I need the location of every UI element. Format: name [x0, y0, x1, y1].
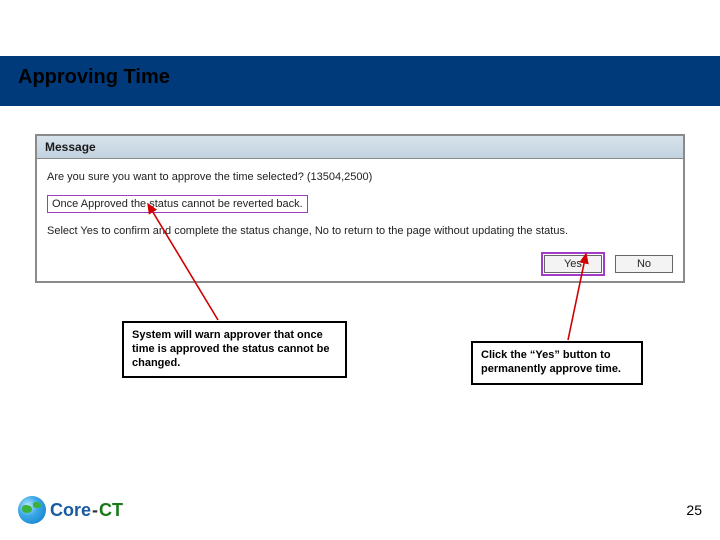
footer-logo: Core-CT — [18, 496, 123, 524]
callout-yes-instruction: Click the “Yes” button to permanently ap… — [471, 341, 643, 385]
callout-warning-explanation: System will warn approver that once time… — [122, 321, 347, 378]
dialog-titlebar: Message — [37, 136, 683, 159]
yes-button[interactable]: Yes — [544, 255, 602, 273]
logo-dash: - — [92, 500, 98, 520]
logo-core: Core — [50, 500, 91, 520]
logo-text: Core-CT — [50, 500, 123, 521]
dialog-confirm-text: Are you sure you want to approve the tim… — [47, 171, 673, 183]
globe-icon — [18, 496, 46, 524]
slide-title: Approving Time — [18, 66, 170, 89]
dialog-instruction-text: Select Yes to confirm and complete the s… — [47, 225, 673, 237]
dialog-warning-text: Once Approved the status cannot be rever… — [47, 195, 308, 213]
page-number: 25 — [686, 502, 702, 518]
no-button[interactable]: No — [615, 255, 673, 273]
dialog-button-row: Yes No — [47, 249, 673, 273]
logo-ct: CT — [99, 500, 123, 520]
message-dialog: Message Are you sure you want to approve… — [35, 134, 685, 283]
dialog-body: Are you sure you want to approve the tim… — [37, 159, 683, 281]
